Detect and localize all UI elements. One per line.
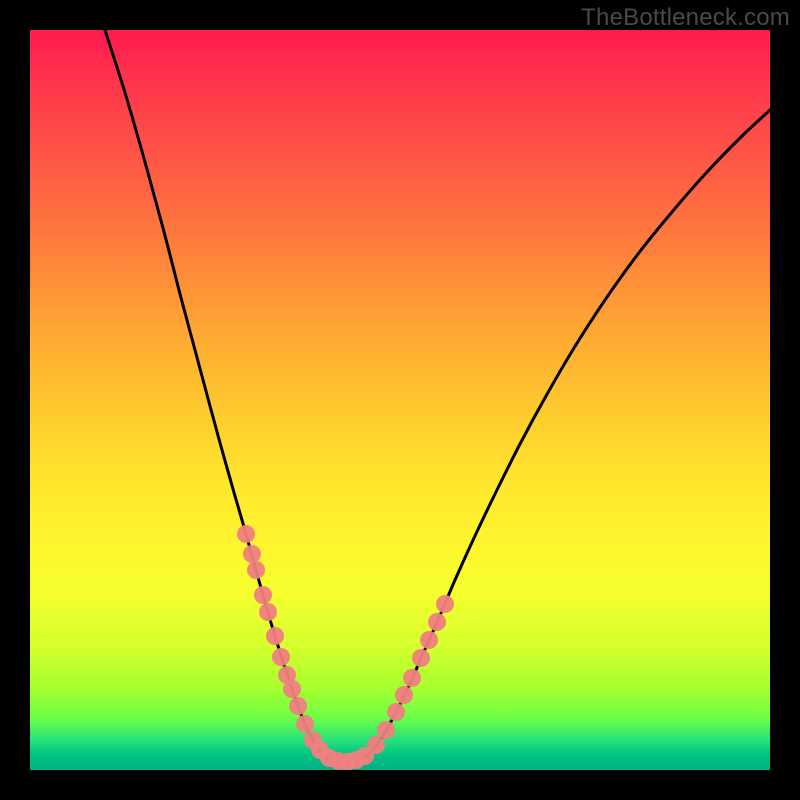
data-dots — [237, 525, 454, 770]
data-point — [296, 715, 314, 733]
data-point — [420, 631, 438, 649]
plot-area — [30, 30, 770, 770]
data-point — [243, 545, 261, 563]
curve-svg — [30, 30, 770, 770]
data-point — [428, 613, 446, 631]
data-point — [266, 627, 284, 645]
data-point — [272, 648, 290, 666]
data-point — [367, 736, 385, 754]
data-point — [259, 603, 277, 621]
data-point — [289, 697, 307, 715]
data-point — [412, 649, 430, 667]
attribution-text: TheBottleneck.com — [581, 4, 790, 32]
data-point — [403, 669, 421, 687]
data-point — [247, 561, 265, 579]
data-point — [254, 586, 272, 604]
data-point — [377, 721, 395, 739]
bottleneck-curve — [105, 30, 770, 764]
data-point — [395, 686, 413, 704]
data-point — [436, 595, 454, 613]
chart-frame: TheBottleneck.com — [0, 0, 800, 800]
data-point — [237, 525, 255, 543]
data-point — [387, 703, 405, 721]
data-point — [283, 680, 301, 698]
